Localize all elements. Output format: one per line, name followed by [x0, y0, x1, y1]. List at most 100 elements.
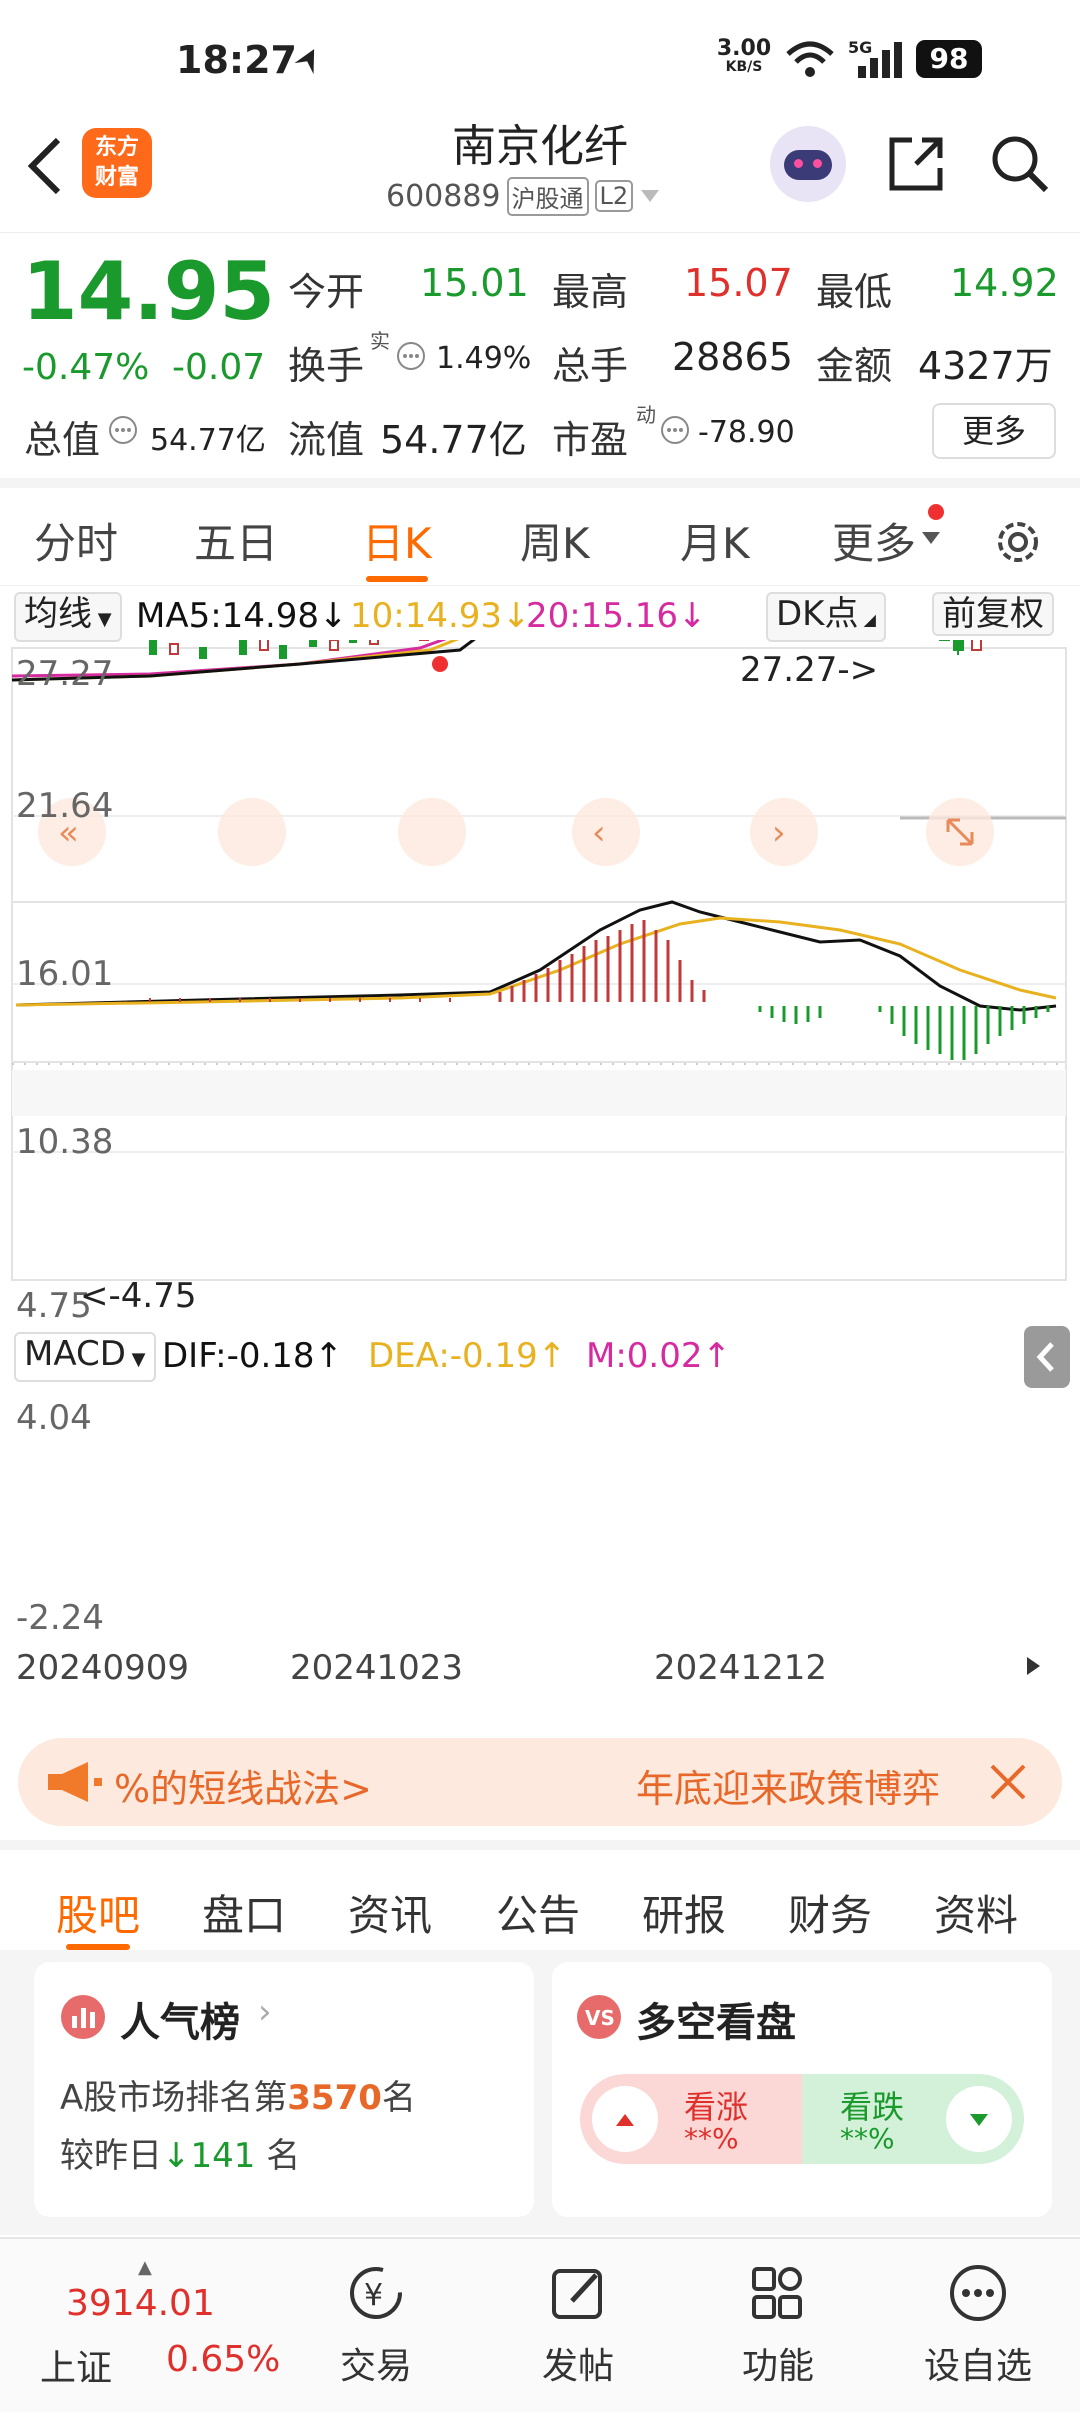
turnover-label: 换手	[288, 344, 365, 388]
popularity-card[interactable]: 人气榜 › A股市场排名第3570名 较昨日↓141 名	[34, 1962, 534, 2217]
svg-text:¥: ¥	[364, 2278, 383, 2313]
close-icon[interactable]	[988, 1762, 1028, 1802]
more-dots-icon[interactable]	[108, 415, 138, 445]
more-dots-icon[interactable]	[396, 341, 426, 371]
promo-banner[interactable]: %的短线战法> 年底迎来政策博弈	[18, 1738, 1062, 1826]
notification-dot	[928, 504, 944, 520]
bull-bear-card[interactable]: VS 多空看盘 看涨 **% 看跌 **%	[552, 1962, 1052, 2217]
chevron-up-icon: ▲	[138, 2257, 152, 2278]
back-icon[interactable]	[22, 134, 66, 198]
megaphone-icon	[48, 1762, 102, 1802]
mktcap-label: 总值	[24, 418, 101, 462]
chart-nav-buttons: « ‹ ›	[38, 798, 994, 866]
chevron-right-icon: ›	[258, 1992, 272, 2032]
macd-select[interactable]: MACD ▼	[14, 1332, 156, 1382]
bull-button[interactable]	[592, 2086, 658, 2152]
date-label: 20241023	[290, 1648, 464, 1688]
volume-value: 28865	[672, 335, 793, 379]
tab-five-day[interactable]: 五日	[194, 510, 278, 571]
rank-suffix: 名	[381, 2078, 416, 2118]
info-cards: 人气榜 › A股市场排名第3570名 较昨日↓141 名 VS 多空看盘 看涨 …	[0, 1950, 1080, 2235]
rank-value: 3570	[287, 2078, 382, 2118]
tab-forum[interactable]: 股吧	[56, 1882, 140, 1943]
low-value: 14.92	[950, 261, 1059, 305]
bear-button[interactable]	[946, 2086, 1012, 2152]
nav-trade[interactable]: ¥ 交易	[306, 2261, 446, 2389]
adjust-button[interactable]: 前复权	[932, 592, 1054, 636]
turnover-value: 1.49%	[436, 341, 532, 376]
quote-panel: 14.95 -0.47% -0.07 今开 15.01 最高 15.07 最低 …	[0, 232, 1080, 477]
ma-select[interactable]: 均线 ▼	[14, 592, 122, 642]
price-tick: 21.64	[16, 786, 114, 826]
float-value: 54.77亿	[380, 418, 527, 462]
tab-orderbook[interactable]: 盘口	[202, 1882, 286, 1943]
stock-code: 600889	[386, 178, 501, 214]
pe-sup: 动	[636, 403, 656, 427]
signal-icon	[858, 42, 902, 78]
tab-weekly-k[interactable]: 周K	[520, 510, 590, 571]
svg-text:VS: VS	[585, 2006, 615, 2030]
tab-finance[interactable]: 财务	[788, 1882, 872, 1943]
grid-icon	[752, 2267, 802, 2319]
tab-daily-k[interactable]: 日K	[362, 510, 432, 571]
bar-chart-icon	[61, 1995, 105, 2039]
edit-icon	[552, 2269, 602, 2319]
date-label: 20241212	[654, 1648, 828, 1688]
max-price-mark: 27.27->	[740, 650, 879, 690]
open-label: 今开	[288, 270, 365, 314]
tab-research[interactable]: 研报	[642, 1882, 726, 1943]
high-value: 15.07	[684, 261, 793, 305]
dk-label: DK点	[776, 594, 859, 634]
bullbear-title: 多空看盘	[636, 2000, 796, 2046]
vs-icon: VS	[577, 1995, 621, 2039]
compare-suffix: 名	[266, 2136, 301, 2176]
tab-more[interactable]: 更多	[832, 510, 916, 571]
share-icon[interactable]	[884, 132, 948, 196]
index-quote[interactable]: ▲ 3914.01 上证 0.65%	[20, 2257, 280, 2397]
nav-watchlist[interactable]: 设自选	[908, 2261, 1048, 2389]
macd-lines	[15, 900, 1057, 1060]
dk-point-button[interactable]: DK点 ◢	[766, 592, 886, 642]
content-tabs: 股吧 盘口 资讯 公告 研报 财务 资料	[0, 1840, 1080, 1950]
more-button[interactable]: 更多	[932, 403, 1056, 459]
triangle-up-icon	[616, 2114, 634, 2126]
nav-function-label: 功能	[741, 2346, 814, 2387]
nav-post[interactable]: 发帖	[508, 2261, 648, 2389]
status-time: 18:27	[176, 38, 297, 82]
pe-label: 市盈	[552, 418, 629, 462]
kline-chart-area[interactable]: « ‹ › 27.27 21.64 16.01 10.38 4.75 27.27…	[0, 178, 1080, 1720]
bottom-nav: ▲ 3914.01 上证 0.65% ¥ 交易 发帖 功能 设自选	[0, 2237, 1080, 2412]
search-icon[interactable]	[988, 132, 1052, 196]
amount-value: 4327万	[918, 344, 1053, 388]
wifi-icon	[786, 41, 834, 77]
settings-gear-icon[interactable]	[990, 514, 1046, 570]
tab-profile[interactable]: 资料	[934, 1882, 1018, 1943]
stock-subtitle: 600889 沪股通 L2	[386, 176, 661, 216]
more-dots-icon[interactable]	[660, 415, 690, 445]
nav-function[interactable]: 功能	[708, 2261, 848, 2389]
chevron-down-icon[interactable]	[639, 188, 661, 204]
tab-monthly-k[interactable]: 月K	[680, 510, 750, 571]
tab-intraday[interactable]: 分时	[34, 510, 118, 571]
change-value: -0.07	[172, 347, 266, 388]
ma10-value: 10:14.93↓	[350, 596, 531, 636]
macd-tick: 4.04	[16, 1398, 92, 1438]
triangle-down-icon	[970, 2114, 988, 2126]
price-tick: 10.38	[16, 1122, 114, 1162]
app-logo[interactable]: 东方 财富	[82, 128, 152, 198]
chevron-down-icon	[922, 532, 940, 544]
high-label: 最高	[552, 270, 629, 314]
index-name: 上证	[40, 2348, 113, 2389]
candles	[149, 300, 1064, 672]
tab-news[interactable]: 资讯	[348, 1882, 432, 1943]
amount-label: 金额	[816, 344, 893, 388]
bull-value: **%	[684, 2122, 739, 2155]
bear-value: **%	[840, 2122, 895, 2155]
rank-prefix: A股市场排名第	[60, 2078, 288, 2118]
collapse-button[interactable]	[1024, 1326, 1070, 1388]
play-icon[interactable]	[1012, 1646, 1052, 1686]
m-value: M:0.02↑	[586, 1336, 731, 1376]
tab-announcements[interactable]: 公告	[496, 1882, 580, 1943]
assistant-avatar[interactable]	[770, 126, 846, 202]
net-speed: 3.00 KB/S	[714, 38, 774, 75]
